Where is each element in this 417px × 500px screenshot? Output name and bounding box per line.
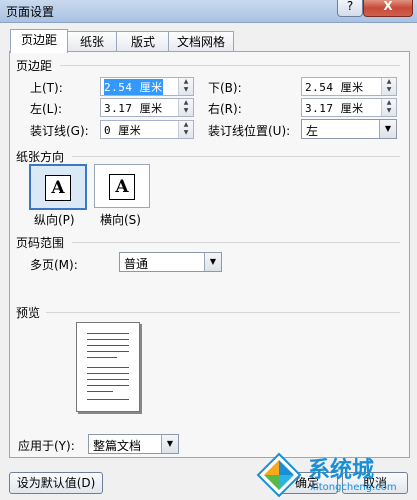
landscape-label[interactable]: 横向(S)	[100, 211, 141, 228]
tab-layout[interactable]: 版式	[116, 31, 170, 52]
margins-heading: 页边距	[16, 59, 53, 73]
top-margin-arrows[interactable]: ▲ ▼	[178, 78, 193, 95]
left-margin-value[interactable]: 3.17 厘米	[104, 100, 163, 116]
gutter-spinner[interactable]: 0 厘米 ▲ ▼	[100, 120, 194, 139]
help-button[interactable]: ?	[337, 0, 363, 17]
chevron-down-icon[interactable]: ▼	[204, 253, 221, 271]
top-margin-value[interactable]: 2.54 厘米	[104, 79, 163, 95]
close-button[interactable]: X	[363, 0, 413, 17]
multiple-pages-value: 普通	[124, 257, 149, 271]
spin-up-icon[interactable]: ▲	[382, 78, 396, 86]
watermark-brand: 系统城	[308, 458, 375, 483]
bottom-margin-label: 下(B):	[208, 81, 242, 95]
gutter-arrows[interactable]: ▲ ▼	[178, 121, 193, 138]
spin-down-icon[interactable]: ▼	[179, 129, 193, 137]
spin-down-icon[interactable]: ▼	[179, 86, 193, 94]
left-margin-spinner[interactable]: 3.17 厘米 ▲ ▼	[100, 98, 194, 117]
tab-document-grid[interactable]: 文档网格	[168, 31, 234, 52]
set-default-button[interactable]: 设为默认值(D)	[9, 472, 103, 494]
preview-heading: 预览	[16, 306, 41, 320]
pages-heading: 页码范围	[16, 236, 65, 250]
multiple-pages-label: 多页(M):	[30, 258, 78, 272]
tab-margins[interactable]: 页边距	[10, 29, 68, 53]
title-bar[interactable]: 页面设置 ? X	[0, 0, 417, 23]
pages-divider	[72, 242, 400, 243]
watermark-logo-icon	[256, 452, 302, 498]
bottom-margin-spinner[interactable]: 2.54 厘米 ▲ ▼	[301, 77, 397, 96]
spin-down-icon[interactable]: ▼	[179, 107, 193, 115]
spin-up-icon[interactable]: ▲	[179, 99, 193, 107]
top-margin-spinner[interactable]: 2.54 厘米 ▲ ▼	[100, 77, 194, 96]
landscape-page-icon: A	[109, 174, 135, 200]
orientation-divider	[72, 156, 400, 157]
gutter-position-value: 左	[306, 124, 319, 138]
left-margin-label: 左(L):	[30, 102, 63, 116]
right-margin-arrows[interactable]: ▲ ▼	[381, 99, 396, 116]
spin-down-icon[interactable]: ▼	[382, 86, 396, 94]
top-margin-label: 上(T):	[30, 81, 63, 95]
bottom-margin-value[interactable]: 2.54 厘米	[305, 79, 364, 95]
apply-to-label: 应用于(Y):	[18, 439, 75, 453]
right-margin-value[interactable]: 3.17 厘米	[305, 100, 364, 116]
apply-to-value: 整篇文档	[93, 439, 142, 453]
spin-up-icon[interactable]: ▲	[382, 99, 396, 107]
portrait-label[interactable]: 纵向(P)	[34, 211, 75, 228]
watermark-url: xitongcheng.com	[310, 482, 397, 493]
preview-divider	[46, 312, 400, 313]
watermark: 系统城 xitongcheng.com	[250, 450, 417, 500]
multiple-pages-select[interactable]: 普通 ▼	[119, 252, 222, 272]
window-title: 页面设置	[6, 5, 55, 19]
spin-up-icon[interactable]: ▲	[179, 121, 193, 129]
portrait-option[interactable]: A	[29, 164, 87, 210]
right-margin-spinner[interactable]: 3.17 厘米 ▲ ▼	[301, 98, 397, 117]
margins-divider	[60, 65, 400, 66]
chevron-down-icon[interactable]: ▼	[161, 435, 178, 453]
spin-down-icon[interactable]: ▼	[382, 107, 396, 115]
landscape-option[interactable]: A	[94, 164, 150, 208]
spin-up-icon[interactable]: ▲	[179, 78, 193, 86]
gutter-value[interactable]: 0 厘米	[104, 122, 141, 138]
tab-paper[interactable]: 纸张	[66, 31, 118, 52]
chevron-down-icon[interactable]: ▼	[379, 120, 396, 138]
right-margin-label: 右(R):	[208, 102, 242, 116]
left-margin-arrows[interactable]: ▲ ▼	[178, 99, 193, 116]
preview-page	[76, 322, 140, 412]
orientation-heading: 纸张方向	[16, 150, 65, 164]
gutter-position-select[interactable]: 左 ▼	[301, 119, 397, 139]
gutter-label: 装订线(G):	[30, 124, 89, 138]
apply-to-select[interactable]: 整篇文档 ▼	[88, 434, 179, 454]
gutter-position-label: 装订线位置(U):	[208, 124, 291, 138]
portrait-page-icon: A	[45, 175, 71, 201]
bottom-margin-arrows[interactable]: ▲ ▼	[381, 78, 396, 95]
